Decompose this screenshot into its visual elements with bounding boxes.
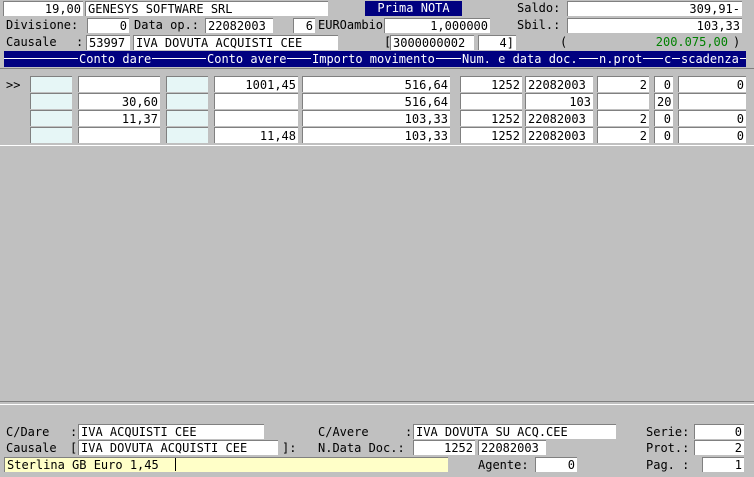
c-cell[interactable]: 0	[654, 110, 673, 126]
code-field[interactable]: 19,00	[3, 1, 83, 16]
agente-field[interactable]: 0	[535, 457, 577, 472]
importo-cell[interactable]: 516,64	[302, 93, 450, 109]
ndata-num-field[interactable]: 1252	[413, 440, 475, 455]
avere-amt-cell[interactable]: 1001,45	[214, 76, 298, 92]
footer-causale-field[interactable]: IVA DOVUTA ACQUISTI CEE	[78, 440, 278, 455]
currency-info-field[interactable]: Sterlina GB Euro 1,45	[4, 457, 448, 472]
data-op-extra-field[interactable]: 6	[293, 18, 315, 33]
total-open-paren: (	[560, 35, 568, 49]
prot-field[interactable]: 2	[694, 440, 744, 455]
dare-code-cell[interactable]	[30, 76, 72, 92]
footer-causale-label: Causale	[6, 441, 57, 455]
row-marker: >>	[6, 78, 21, 92]
dare-amt-cell[interactable]: 30,60	[78, 93, 160, 109]
company-field[interactable]: GENESYS SOFTWARE SRL	[85, 1, 328, 16]
date-cell[interactable]: 103	[525, 93, 593, 109]
dare-amt-cell[interactable]	[78, 127, 160, 143]
serie-label: Serie:	[646, 425, 690, 439]
total-value: 200.075,00	[655, 35, 728, 49]
scad-cell[interactable]: 0	[678, 127, 746, 143]
causale-desc-field[interactable]: IVA DOVUTA ACQUISTI CEE	[133, 35, 338, 50]
dare-code-cell[interactable]	[30, 110, 72, 126]
scad-cell[interactable]: 0	[678, 76, 746, 92]
dare-code-cell[interactable]	[30, 127, 72, 143]
num-cell[interactable]: 1252	[460, 127, 522, 143]
avere-code-cell[interactable]	[166, 110, 208, 126]
dare-code-cell[interactable]	[30, 93, 72, 109]
pag-field[interactable]: 1	[702, 457, 744, 472]
movements-grid: >> 1001,45 516,64 1252 22082003 2 0 0 30…	[0, 68, 754, 146]
eurocambio-label: EUROambio:	[318, 18, 391, 32]
prot-cell[interactable]: 2	[597, 76, 649, 92]
avere-code-cell[interactable]	[166, 127, 208, 143]
num-cell[interactable]: 1252	[460, 76, 522, 92]
causale-colon: :	[76, 35, 84, 49]
page-title: Prima NOTA	[365, 1, 462, 16]
dare-amt-cell[interactable]	[78, 76, 160, 92]
footer-causale-bracket: [	[70, 441, 78, 455]
cavere-label: C/Avere	[318, 425, 369, 439]
causale-label: Causale	[6, 35, 57, 49]
agente-label: Agente:	[478, 458, 529, 472]
avere-amt-cell[interactable]: 11,48	[214, 127, 298, 143]
footer-causale-close: ]:	[282, 441, 297, 455]
cdare-field[interactable]: IVA ACQUISTI CEE	[78, 424, 264, 439]
serie-field[interactable]: 0	[694, 424, 744, 439]
data-op-field[interactable]: 22082003	[205, 18, 273, 33]
importo-cell[interactable]: 103,33	[302, 110, 450, 126]
dare-amt-cell[interactable]: 11,37	[78, 110, 160, 126]
cavere-field[interactable]: IVA DOVUTA SU ACQ.CEE	[413, 424, 616, 439]
ref-code-field[interactable]: 3000000002	[390, 35, 474, 50]
sbil-field[interactable]: 103,33	[567, 18, 742, 33]
avere-amt-cell[interactable]	[214, 110, 298, 126]
c-cell[interactable]: 0	[654, 127, 673, 143]
date-cell[interactable]: 22082003	[525, 127, 593, 143]
col-importo: Importo movimento	[311, 51, 436, 67]
saldo-field[interactable]: 309,91-	[567, 1, 742, 16]
cdare-colon: :	[70, 425, 78, 439]
date-cell[interactable]: 22082003	[525, 76, 593, 92]
divisione-label: Divisione:	[6, 18, 79, 32]
footer-divider	[0, 401, 754, 405]
avere-code-cell[interactable]	[166, 76, 208, 92]
ndata-label: N.Data Doc.:	[318, 441, 405, 455]
col-c: c	[663, 51, 673, 67]
c-cell[interactable]: 0	[654, 76, 673, 92]
importo-cell[interactable]: 103,33	[302, 127, 450, 143]
sbil-label: Sbil.:	[517, 18, 561, 32]
total-close-paren: )	[733, 35, 741, 49]
col-conto-avere: Conto avere	[206, 51, 288, 67]
avere-amt-cell[interactable]	[214, 93, 298, 109]
cavere-colon: :	[405, 425, 413, 439]
col-scadenza: scadenza	[680, 51, 740, 67]
avere-code-cell[interactable]	[166, 93, 208, 109]
prot-cell[interactable]	[597, 93, 649, 109]
ndata-date-field[interactable]: 22082003	[478, 440, 546, 455]
prot-label: Prot.:	[646, 441, 690, 455]
eurocambio-field[interactable]: 1,000000	[384, 18, 490, 33]
causale-code-field[interactable]: 53997	[86, 35, 130, 50]
col-num-data: Num. e data doc.	[461, 51, 579, 67]
cdare-label: C/Dare	[6, 425, 50, 439]
num-cell[interactable]	[460, 93, 522, 109]
num-cell[interactable]: 1252	[460, 110, 522, 126]
grid-header: Conto dare Conto avere Importo movimento…	[4, 51, 746, 67]
ref-num-field[interactable]: 4]	[478, 35, 516, 50]
prot-cell[interactable]: 2	[597, 110, 649, 126]
date-cell[interactable]: 22082003	[525, 110, 593, 126]
text-cursor	[175, 458, 176, 471]
scad-cell[interactable]	[678, 93, 746, 109]
divisione-field[interactable]: 0	[87, 18, 129, 33]
pag-label: Pag. :	[646, 458, 690, 472]
scad-cell[interactable]: 0	[678, 110, 746, 126]
col-nprot: n.prot	[598, 51, 644, 67]
data-op-label: Data op.:	[134, 18, 200, 32]
col-conto-dare: Conto dare	[78, 51, 153, 67]
c-cell[interactable]: 20	[654, 93, 673, 109]
saldo-label: Saldo:	[517, 1, 561, 15]
importo-cell[interactable]: 516,64	[302, 76, 450, 92]
prot-cell[interactable]: 2	[597, 127, 649, 143]
